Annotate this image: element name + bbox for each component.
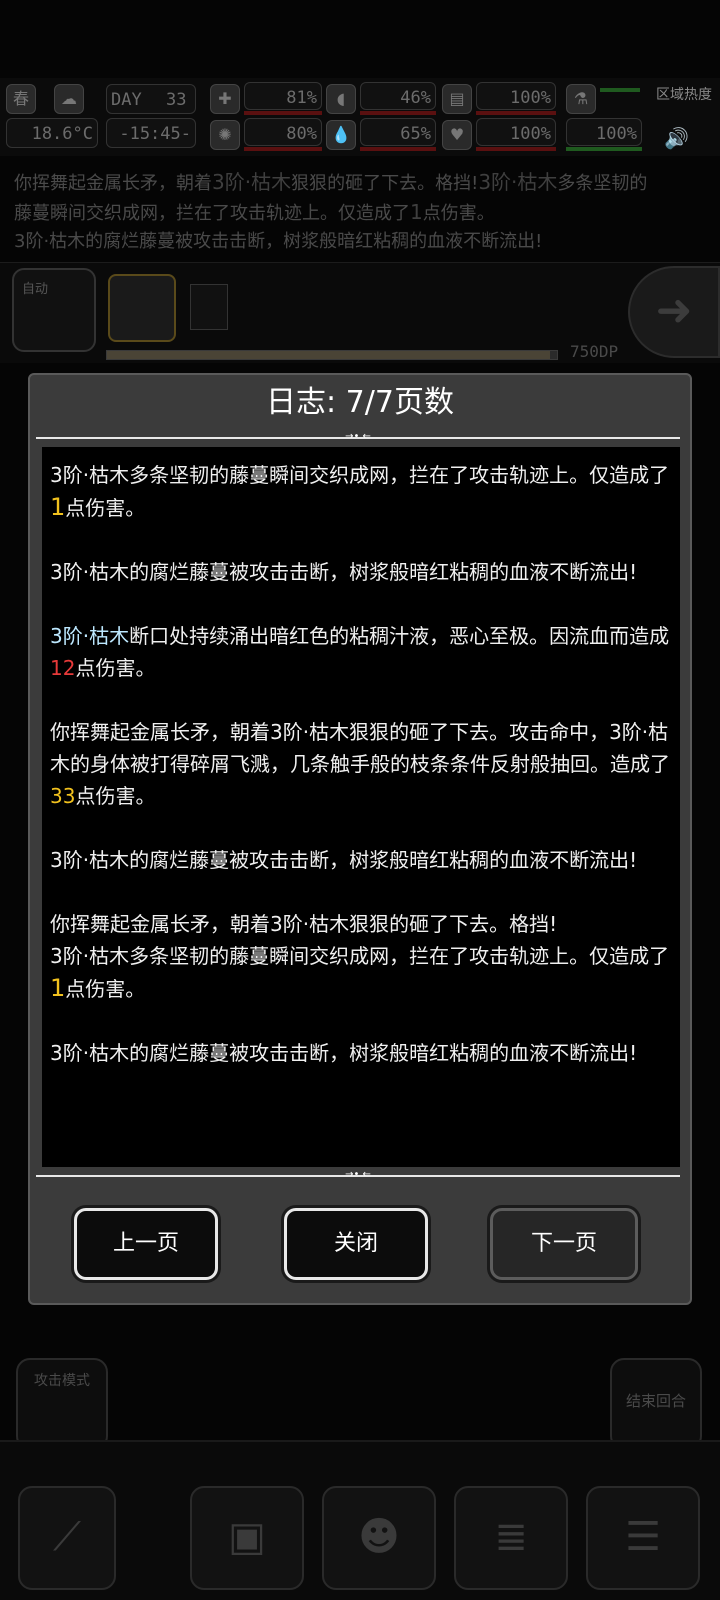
damage-number: 33	[50, 784, 76, 808]
dialog-title: 日志: 7/7页数	[266, 385, 454, 420]
log-entry: 你挥舞起金属长矛，朝着3阶·枯木狠狠的砸了下去。攻击命中，3阶·枯木的身体被打得…	[50, 716, 670, 812]
auto-button[interactable]: 自动	[12, 268, 96, 352]
log-text: 3阶·枯木多条坚韧的藤蔓瞬间交织成网，拦在了攻击轨迹上。仅造成了	[50, 463, 670, 487]
stomach-icon: ◖	[326, 84, 356, 114]
log-entry: 3阶·枯木多条坚韧的藤蔓瞬间交织成网，拦在了攻击轨迹上。仅造成了 1点伤害。	[50, 459, 670, 524]
day-readout: DAY 33	[106, 84, 196, 114]
menu-list-icon[interactable]: ☰	[586, 1486, 700, 1590]
backpack-icon[interactable]: ▣	[190, 1486, 304, 1590]
log-text: 点伤害。	[65, 977, 146, 1001]
cdp-progress-fill	[107, 351, 551, 359]
end-turn-label: 结束回合	[625, 1392, 686, 1410]
brain-skills-icon[interactable]: ☻	[322, 1486, 436, 1590]
heart-icon: ♥	[442, 120, 472, 150]
log-entry: 3阶·枯木断口处持续涌出暗红色的粘稠汁液，恶心至极。因流血而造成 12点伤害。	[50, 620, 670, 684]
health-readout: 81%	[244, 82, 322, 110]
item-card-icon[interactable]	[190, 284, 228, 330]
bottom-divider: →• ←	[36, 1169, 680, 1180]
flask-icon: ⚗	[566, 84, 596, 114]
temperature-readout: 18.6°C	[6, 118, 98, 148]
enemy-portrait[interactable]	[108, 274, 176, 342]
water-drop-icon: 💧	[326, 120, 356, 150]
heart-bar	[476, 147, 556, 151]
day-label: DAY	[111, 90, 142, 110]
log-text: 点伤害。	[75, 656, 156, 680]
end-turn-button[interactable]: 结束回合	[610, 1358, 702, 1450]
notes-icon[interactable]: ≣	[454, 1486, 568, 1590]
stomach-readout: 46%	[360, 82, 436, 110]
area-heat-label: 区域热度	[656, 87, 712, 103]
log-entry: 你挥舞起金属长矛，朝着3阶·枯木狠狠的砸了下去。格挡! 3阶·枯木多条坚韧的藤蔓瞬…	[50, 908, 670, 1005]
speaker-icon[interactable]: 🔊	[664, 126, 689, 150]
log-text: 断口处持续涌出暗红色的粘稠汁液，恶心至极。因流血而造成	[129, 624, 670, 648]
divider-ornament: →• ←	[345, 431, 371, 442]
season-icon: 春	[6, 84, 36, 114]
bleed-damage-number: 12	[50, 656, 76, 680]
background-log-line: 你挥舞起金属长矛，朝着3阶·枯木狠狠的砸了下去。格挡!3阶·枯木多条坚韧的	[14, 170, 648, 194]
prev-page-button[interactable]: 上一页	[74, 1208, 218, 1280]
log-text: 你挥舞起金属长矛，朝着3阶·枯木狠狠的砸了下去。格挡!	[50, 912, 558, 936]
log-text: 点伤害。	[75, 784, 156, 808]
divider-ornament: →• ←	[345, 1169, 371, 1180]
brain-readout: 80%	[244, 118, 322, 146]
log-text: 你挥舞起金属长矛，朝着3阶·枯木狠狠的砸了下去。攻击命中，3阶·枯木的身体被打得…	[50, 720, 670, 776]
background-log-line: 3阶·枯木的腐烂藤蔓被攻击击断，树浆般暗红粘稠的血液不断流出!	[14, 231, 543, 252]
game-screen: 春 ☁ 18.6°C DAY 33 -15:45- ✚ 81% ✺ 80% ◖ …	[0, 0, 720, 1600]
cdp-readout: 750DP	[570, 342, 619, 361]
auto-label: 自动	[22, 282, 49, 297]
day-value: 33	[165, 90, 187, 110]
log-entry: 3阶·枯木的腐烂藤蔓被攻击击断，树浆般暗红粘稠的血液不断流出!	[50, 556, 670, 588]
enemy-name: 3阶·枯木	[50, 624, 130, 648]
brain-icon: ✺	[210, 120, 240, 150]
log-dialog: 日志: 7/7页数 →• ← 3阶·枯木多条坚韧的藤蔓瞬间交织成网，拦在了攻击轨…	[28, 373, 692, 1305]
damage-number: 1	[50, 493, 66, 521]
damage-number: 1	[50, 974, 66, 1002]
close-button[interactable]: 关闭	[284, 1208, 428, 1280]
lungs-icon: ▤	[442, 84, 472, 114]
log-text: 3阶·枯木的腐烂藤蔓被攻击击断，树浆般暗红粘稠的血液不断流出!	[50, 848, 638, 872]
flask-bar	[600, 88, 640, 92]
heart-readout: 100%	[476, 118, 556, 146]
attack-mode-button[interactable]: 攻击模式	[16, 1358, 108, 1450]
log-entry: 3阶·枯木的腐烂藤蔓被攻击击断，树浆般暗红粘稠的血液不断流出!	[50, 1037, 670, 1069]
water-readout: 65%	[360, 118, 436, 146]
stat3-bar	[476, 111, 556, 115]
log-text: 3阶·枯木的腐烂藤蔓被攻击击断，树浆般暗红粘稠的血液不断流出!	[50, 1041, 638, 1065]
top-divider: →• ←	[36, 431, 680, 442]
log-text: 3阶·枯木的腐烂藤蔓被攻击击断，树浆般暗红粘稠的血液不断流出!	[50, 560, 638, 584]
stomach-bar	[360, 111, 436, 115]
stamina-bar	[566, 147, 642, 151]
stat3-readout: 100%	[476, 82, 556, 110]
health-bar	[244, 111, 322, 115]
background-log-line: 藤蔓瞬间交织成网，拦在了攻击轨迹上。仅造成了1点伤害。	[14, 200, 495, 224]
log-text: 点伤害。	[65, 496, 146, 520]
log-entries-list[interactable]: 3阶·枯木多条坚韧的藤蔓瞬间交织成网，拦在了攻击轨迹上。仅造成了1点伤害。 3阶·…	[42, 447, 680, 1167]
status-bar: 春 ☁ 18.6°C DAY 33 -15:45- ✚ 81% ✺ 80% ◖ …	[0, 78, 720, 156]
attack-mode-label: 攻击模式	[34, 1373, 90, 1389]
cdp-progress-bar	[106, 350, 558, 360]
cloud-icon: ☁	[54, 84, 84, 114]
time-readout: -15:45-	[106, 118, 196, 148]
brain-bar	[244, 147, 322, 151]
spear-weapon-icon[interactable]: ⟋	[18, 1486, 116, 1590]
background-log: 你挥舞起金属长矛，朝着3阶·枯木狠狠的砸了下去。格挡!3阶·枯木多条坚韧的 藤蔓…	[14, 168, 714, 256]
stamina-readout: 100%	[566, 118, 642, 146]
log-text: 3阶·枯木多条坚韧的藤蔓瞬间交织成网，拦在了攻击轨迹上。仅造成了	[50, 944, 670, 968]
next-page-button[interactable]: 下一页	[490, 1208, 638, 1280]
medkit-icon: ✚	[210, 84, 240, 114]
log-entry: 3阶·枯木的腐烂藤蔓被攻击击断，树浆般暗红粘稠的血液不断流出!	[50, 844, 670, 876]
advance-arrow-button[interactable]: ➜	[628, 266, 720, 358]
water-bar	[360, 147, 436, 151]
